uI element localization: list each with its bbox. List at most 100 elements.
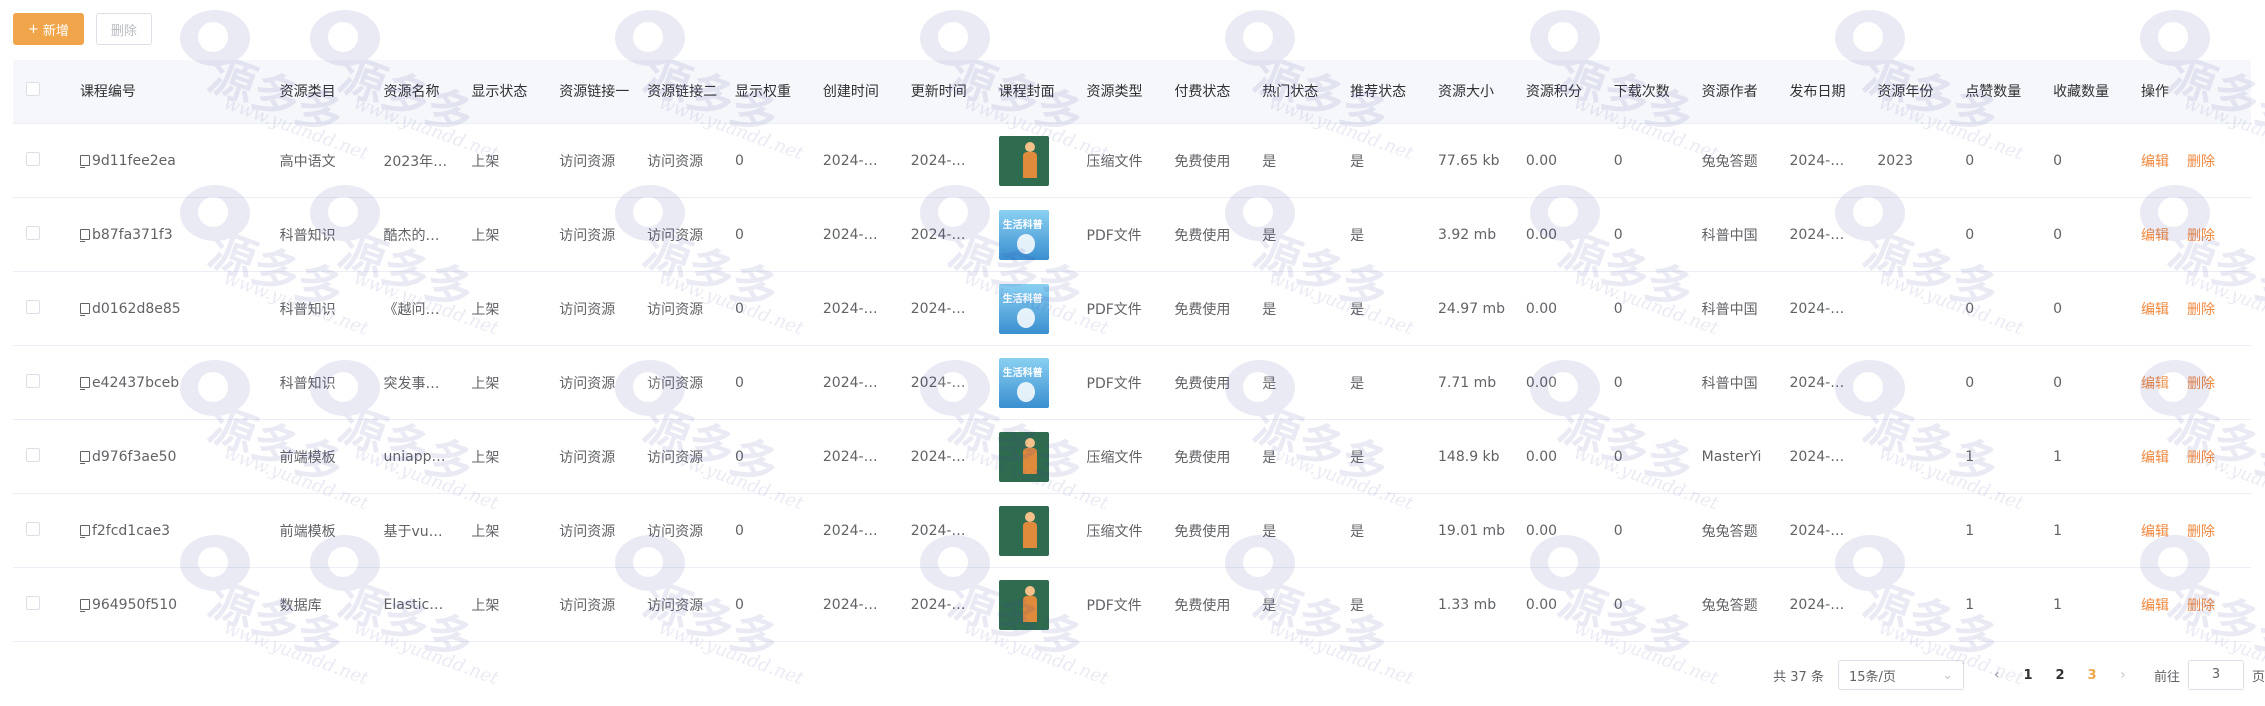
cover-image[interactable] — [998, 283, 1049, 334]
edit-link[interactable]: 编辑 — [2141, 450, 2169, 466]
add-button[interactable]: + 新增 — [13, 13, 84, 45]
cell-dl: 0 — [1613, 374, 1623, 391]
cell-pay: 免费使用 — [1174, 153, 1231, 170]
row-select-cell — [13, 225, 80, 244]
resource-link[interactable]: 访问资源 — [647, 299, 735, 319]
edit-link[interactable]: 编辑 — [2141, 154, 2169, 170]
cover-cell — [998, 283, 1087, 334]
row-checkbox[interactable] — [26, 373, 40, 388]
row-actions: 编辑 删除 — [2141, 521, 2251, 541]
edit-link[interactable]: 编辑 — [2141, 524, 2169, 540]
prev-page-icon[interactable]: ‹ — [1982, 667, 2012, 683]
resource-link[interactable]: 访问资源 — [559, 521, 647, 541]
delete-link[interactable]: 删除 — [2187, 302, 2215, 318]
select-all-checkbox[interactable] — [26, 81, 40, 96]
cover-image[interactable] — [998, 357, 1049, 408]
course-code: 9d11fee2ea — [91, 152, 176, 169]
cell-size: 3.92 mb — [1438, 226, 1497, 243]
cell-pt: 0.00 — [1525, 226, 1558, 243]
resource-link[interactable]: 访问资源 — [647, 447, 735, 467]
watermark-logo-icon — [2140, 10, 2210, 66]
page-number[interactable]: 1 — [2012, 668, 2044, 683]
delete-link[interactable]: 删除 — [2187, 598, 2215, 614]
cover-image[interactable] — [998, 209, 1049, 260]
cell-pay: 免费使用 — [1174, 449, 1231, 466]
column-header: 推荐状态 — [1350, 83, 1407, 100]
copy-icon[interactable] — [79, 154, 90, 168]
resource-link[interactable]: 访问资源 — [647, 225, 735, 245]
goto-page-input[interactable]: 3 — [2187, 660, 2244, 690]
cell-u: 2024-… — [910, 374, 966, 391]
course-code: e42437bceb — [91, 374, 180, 391]
resource-link[interactable]: 访问资源 — [559, 151, 647, 171]
cell-size: 77.65 kb — [1438, 152, 1500, 169]
resource-link[interactable]: 访问资源 — [647, 521, 735, 541]
resource-link[interactable]: 访问资源 — [559, 373, 647, 393]
cell-date: 2024-… — [1789, 374, 1845, 391]
delete-link[interactable]: 删除 — [2187, 524, 2215, 540]
copy-icon[interactable] — [79, 376, 90, 390]
page-number[interactable]: 2 — [2044, 668, 2076, 683]
chevron-down-icon: ⌄ — [1942, 667, 1953, 683]
cover-image[interactable] — [998, 505, 1049, 556]
resource-link[interactable]: 访问资源 — [647, 595, 735, 615]
delete-link[interactable]: 删除 — [2187, 154, 2215, 170]
next-page-icon[interactable]: › — [2108, 667, 2138, 683]
cover-image[interactable] — [998, 431, 1049, 482]
course-code-cell: b87fa371f3 — [79, 227, 280, 243]
cell-dl: 0 — [1613, 596, 1623, 613]
row-checkbox[interactable] — [26, 447, 40, 462]
row-checkbox[interactable] — [26, 225, 40, 240]
row-checkbox[interactable] — [26, 595, 40, 610]
edit-link[interactable]: 编辑 — [2141, 598, 2169, 614]
resource-link[interactable]: 访问资源 — [647, 151, 735, 171]
table-row: d976f3ae50 前端模板 uniapp… 上架 访问资源 访问资源 0 2024-… 20… — [13, 420, 2251, 494]
cell-fav: 0 — [2053, 374, 2063, 391]
resource-link[interactable]: 访问资源 — [559, 225, 647, 245]
cell-like: 0 — [1965, 374, 1975, 391]
row-checkbox[interactable] — [26, 151, 40, 166]
delete-link[interactable]: 删除 — [2187, 376, 2215, 392]
copy-icon[interactable] — [79, 524, 90, 538]
page-size-select[interactable]: 15条/页 ⌄ — [1837, 660, 1964, 690]
delete-link[interactable]: 删除 — [2187, 450, 2215, 466]
cell-like: 1 — [1965, 596, 1975, 613]
copy-icon[interactable] — [79, 228, 90, 242]
resource-link[interactable]: 访问资源 — [647, 373, 735, 393]
cell-pt: 0.00 — [1525, 596, 1558, 613]
cover-image[interactable] — [998, 135, 1049, 186]
cell-w: 0 — [735, 596, 744, 613]
copy-icon[interactable] — [79, 598, 90, 612]
row-select-cell — [13, 595, 80, 614]
table-row: f2fcd1cae3 前端模板 基于vu… 上架 访问资源 访问资源 0 2024-… 2024… — [13, 494, 2251, 568]
edit-link[interactable]: 编辑 — [2141, 302, 2169, 318]
cell-u: 2024-… — [910, 152, 966, 169]
watermark-logo-icon — [180, 10, 250, 66]
row-select-cell — [13, 521, 80, 540]
resource-link[interactable]: 访问资源 — [559, 447, 647, 467]
column-header: 显示状态 — [471, 83, 528, 100]
cell-pt: 0.00 — [1525, 152, 1558, 169]
cell-u: 2024-… — [910, 448, 966, 465]
cover-image[interactable] — [998, 579, 1049, 630]
select-all-cell — [13, 81, 80, 102]
page-number[interactable]: 3 — [2076, 668, 2108, 683]
goto-page: 前往 3 页 — [2154, 660, 2265, 690]
edit-link[interactable]: 编辑 — [2141, 228, 2169, 244]
row-select-cell — [13, 151, 80, 170]
cell-rec: 是 — [1350, 523, 1365, 540]
delete-link[interactable]: 删除 — [2187, 228, 2215, 244]
copy-icon[interactable] — [79, 450, 90, 464]
resource-link[interactable]: 访问资源 — [559, 595, 647, 615]
copy-icon[interactable] — [79, 302, 90, 316]
watermark-logo-icon — [920, 10, 990, 66]
cell-name: Elastic… — [383, 596, 444, 613]
cell-cat: 数据库 — [279, 597, 322, 614]
edit-link[interactable]: 编辑 — [2141, 376, 2169, 392]
cell-cat: 科普知识 — [279, 227, 336, 244]
row-checkbox[interactable] — [26, 299, 40, 314]
row-checkbox[interactable] — [26, 521, 40, 536]
resource-link[interactable]: 访问资源 — [559, 299, 647, 319]
cell-rec: 是 — [1350, 375, 1365, 392]
delete-button[interactable]: 删除 — [95, 13, 152, 45]
